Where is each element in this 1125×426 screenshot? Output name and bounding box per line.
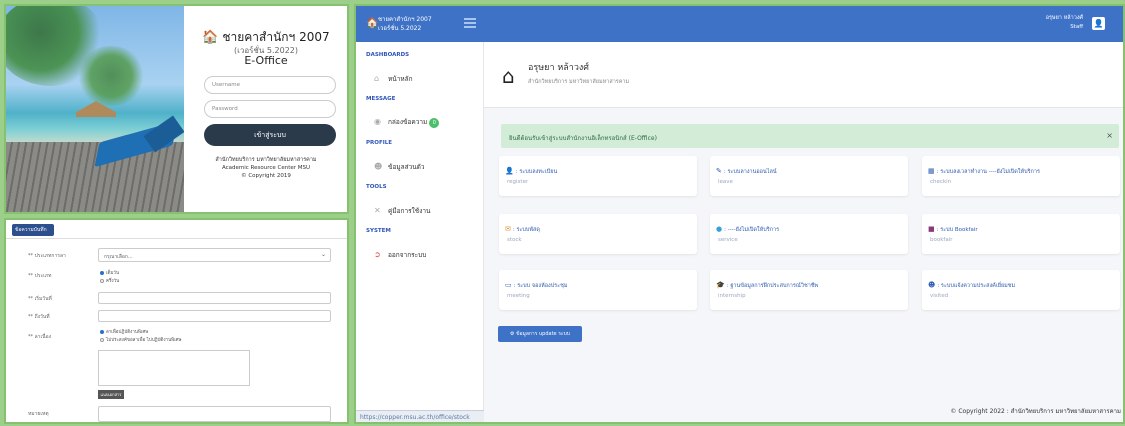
update-info-button[interactable]: ⚙ ข้อมูลการ update ระบบ	[498, 326, 582, 342]
chat-icon: ◉	[374, 117, 381, 126]
home-icon: 🏠	[202, 30, 219, 45]
sidebar-item-home[interactable]: ⌂ หน้าหลัก	[374, 74, 413, 84]
radio-full-day[interactable]: เต็มวัน	[100, 269, 119, 276]
attach-button[interactable]: แนบเอกสาร	[98, 390, 124, 399]
username-input[interactable]: Username	[204, 76, 336, 94]
leave-type-select[interactable]: กรุณาเลือก... ⌄	[98, 248, 331, 262]
form-header: ข้อความบันทึก	[12, 224, 54, 236]
page-header: ⌂ อรุษยา หล้าวงศ์ สำนักวิทยบริการ มหาวิท…	[484, 42, 1123, 108]
tools-icon: ✕	[374, 206, 381, 215]
module-card-internship[interactable]: 🎓: ฐานข้อมูลการฝึกประสบการณ์วิชาชีพ inte…	[710, 270, 908, 310]
message-count-badge: 0	[429, 118, 440, 128]
welcome-alert: ยินดีต้อนรับเข้าสู่ระบบสำนักงานอิเล็กทรอ…	[501, 124, 1119, 148]
sidebar-section: SYSTEM	[366, 228, 391, 234]
footer-copyright: © Copyright 2022 : สำนักวิทยบริการ มหาวิ…	[950, 408, 1121, 415]
password-input[interactable]: Password	[204, 100, 336, 118]
module-card-checkin[interactable]: ▦: ระบบลงเวลาทำงาน ----ยังไม่เปิดให้บริก…	[922, 156, 1120, 196]
form-label: ** ลาเนื่อง	[28, 334, 52, 340]
home-icon: ⌂	[502, 64, 515, 88]
form-label: หมายเหตุ	[28, 411, 49, 417]
sidebar-section: PROFILE	[366, 140, 393, 146]
module-card-service[interactable]: ●: ----ยังไม่เปิดให้บริการ service	[710, 214, 908, 254]
note-input[interactable]	[98, 406, 331, 422]
monitor-icon: ▭	[505, 281, 512, 289]
start-date-input[interactable]	[98, 292, 331, 304]
box-icon: ✉	[505, 225, 511, 233]
login-app-name: E-Office	[244, 54, 288, 67]
form-label: ** เริ่มวันที่	[28, 296, 52, 302]
chevron-down-icon: ⌄	[320, 251, 326, 258]
reason-textarea[interactable]	[98, 350, 250, 386]
module-card-bookfair[interactable]: ■: ระบบ Bookfair bookfair	[922, 214, 1120, 254]
radio-special-work[interactable]: ลาเพื่อปฏิบัติงานพิเศษ	[100, 328, 148, 335]
form-label: ** ถึงวันที่	[28, 314, 50, 320]
sidebar: DASHBOARDS ⌂ หน้าหลัก MESSAGE ◉ กล่องข้อคว…	[356, 42, 484, 422]
login-button[interactable]: เข้าสู่ระบบ	[204, 124, 336, 146]
user-icon: ☻	[374, 162, 383, 171]
eoffice-app: 🏠 ชายคาสำนักฯ 2007 เวอร์ชั่น 5.2022 อรุษ…	[354, 4, 1125, 424]
logout-icon: ➲	[374, 250, 381, 259]
form-label: ** ประเภทการลา	[28, 253, 66, 259]
page-subtitle: สำนักวิทยบริการ มหาวิทยาลัยมหาสารคาม	[528, 79, 630, 85]
user-info[interactable]: อรุษยา หล้าวงศ์ Staff	[1046, 14, 1083, 32]
radio-half-day[interactable]: ครึ่งวัน	[100, 277, 119, 284]
cap-icon: 🎓	[716, 281, 725, 289]
end-date-input[interactable]	[98, 310, 331, 322]
sidebar-section: TOOLS	[366, 184, 387, 190]
module-card-register[interactable]: 👤: ระบบลงทะเบียน register	[499, 156, 697, 196]
module-card-meeting[interactable]: ▭: ระบบ จองห้องประชุม meeting	[499, 270, 697, 310]
home-icon[interactable]: 🏠	[366, 18, 378, 29]
page-title: อรุษยา หล้าวงศ์	[528, 63, 590, 73]
module-card-visited[interactable]: ☻: ระบบแจ้งความประสงค์เยี่ยมชม visited	[922, 270, 1120, 310]
book-icon: ■	[928, 225, 935, 233]
sidebar-item-logout[interactable]: ➲ ออกจากระบบ	[374, 250, 426, 260]
radio-no-special-work[interactable]: ไม่ประสงค์ขอลาเพื่อ ไปปฏิบัติงานพิเศษ	[100, 336, 181, 343]
leave-form-panel: ข้อความบันทึก ** ประเภทการลา กรุณาเลือก.…	[4, 218, 349, 424]
form-label: ** ประเภท	[28, 273, 52, 279]
module-card-stock[interactable]: ✉: ระบบพัสดุ stock	[499, 214, 697, 254]
sidebar-item-profile[interactable]: ☻ ข้อมูลส่วนตัว	[374, 162, 425, 172]
avatar[interactable]: 👤	[1092, 17, 1105, 30]
brand: ชายคาสำนักฯ 2007 เวอร์ชั่น 5.2022	[378, 16, 432, 32]
top-bar: 🏠 ชายคาสำนักฯ 2007 เวอร์ชั่น 5.2022 อรุษ…	[356, 6, 1123, 42]
home-icon: ⌂	[374, 74, 380, 83]
gears-icon: ⚙	[510, 331, 515, 337]
sidebar-section: MESSAGE	[366, 96, 396, 102]
info-icon: ●	[716, 225, 723, 233]
status-url: https://copper.msu.ac.th/office/stock	[356, 410, 484, 422]
menu-toggle-icon[interactable]	[464, 18, 476, 28]
grid-icon: ▦	[928, 167, 935, 175]
login-org: สำนักวิทยบริการ มหาวิทยาลัยมหาสารคาม Aca…	[215, 157, 317, 179]
sidebar-item-inbox[interactable]: ◉ กล่องข้อความ 0	[374, 117, 440, 128]
copyright-icon: ©	[950, 408, 957, 415]
sidebar-item-manual[interactable]: ✕ คู่มือการใช้งาน	[374, 206, 430, 216]
close-icon[interactable]: ×	[1106, 131, 1113, 140]
user-plus-icon: 👤	[505, 167, 514, 175]
module-card-leave[interactable]: ✎: ระบบลางานออนไลน์ leave	[710, 156, 908, 196]
copyright-icon: ©	[241, 173, 247, 179]
beach-image	[6, 6, 184, 212]
leaf-icon: ✎	[716, 167, 722, 175]
login-panel: 🏠 ชายคาสำนักฯ 2007 (เวอร์ชั่น 5.2022) E-…	[4, 4, 349, 214]
sidebar-section: DASHBOARDS	[366, 52, 410, 58]
people-icon: ☻	[928, 281, 936, 289]
